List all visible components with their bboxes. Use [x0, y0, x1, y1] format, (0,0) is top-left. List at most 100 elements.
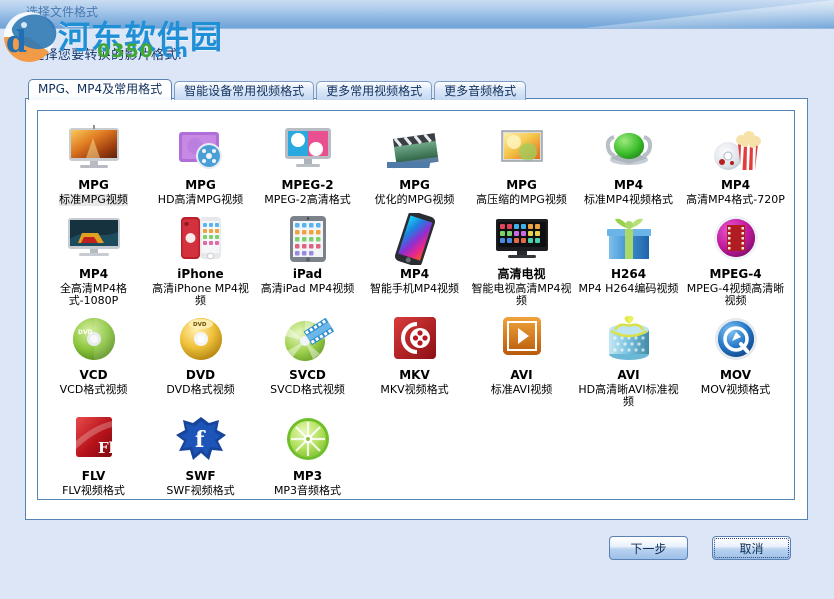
titlebar-divider	[0, 28, 834, 29]
popcorn-disc-icon	[708, 124, 764, 176]
instruction-label: 请选择您要转换的影片格式:	[18, 48, 183, 63]
svg-text:DVD: DVD	[193, 322, 207, 328]
widescreen-tv-icon	[66, 213, 122, 265]
format-description: DVD格式视频	[166, 383, 235, 396]
format-code: H264	[610, 267, 647, 281]
format-description: 高压缩的MPG视频	[476, 193, 567, 206]
flash-swf-icon: f	[173, 415, 229, 467]
clapboard-icon	[386, 124, 443, 176]
format-list-panel: MPG 标准MPG视频 MPG HD高清MPG视频 MPEG-2 MPEG-2高清格式	[37, 110, 795, 500]
format-item-mpg[interactable]: MPG 标准MPG视频	[40, 117, 147, 206]
format-description: 高清MP4格式-720P	[686, 193, 785, 206]
format-item-h264[interactable]: H264 MP4 H264编码视频	[575, 206, 682, 307]
format-description: 智能手机MP4视频	[369, 282, 460, 295]
format-item--[interactable]: 高清电视 智能电视高清MP4视频	[468, 206, 575, 307]
format-row: MP4全高清MP4格式-1080P iPhone高清iPhone MP4视频	[40, 206, 794, 307]
format-item-avi[interactable]: AVI 标准AVI视频	[468, 307, 575, 408]
format-description: HD高清MPG视频	[157, 193, 244, 206]
format-item-mpg[interactable]: MPG HD高清MPG视频	[147, 117, 254, 206]
format-item-mp4[interactable]: MP4 全高清MP4格式-1080P	[40, 206, 147, 307]
format-item-mpg[interactable]: MPG 高压缩的MPG视频	[468, 117, 575, 206]
format-item-swf[interactable]: f SWF SWF视频格式	[147, 408, 254, 497]
format-item-mpg[interactable]: MPG 优化的MPG视频	[361, 117, 468, 206]
format-item-ipad[interactable]: iPad 高清iPad MP4视频	[254, 206, 361, 307]
format-description: MPEG-2高清格式	[264, 193, 351, 206]
tab-mpg-mp4-common[interactable]: MPG、MP4及常用格式	[28, 79, 173, 100]
green-disc-icon: DVD	[66, 314, 122, 366]
format-description: 标准MPG视频	[59, 193, 128, 206]
avi-orange-icon	[494, 314, 550, 366]
monitor-mpeg2-icon	[280, 124, 336, 176]
next-button-label: 下一步	[630, 541, 667, 556]
format-description: 标准AVI视频	[490, 383, 553, 396]
svg-text:Fl: Fl	[98, 439, 115, 457]
format-description: 标准MP4视频格式	[583, 193, 674, 206]
format-item-mov[interactable]: MOV MOV视频格式	[682, 307, 789, 408]
format-code: FLV	[81, 469, 106, 483]
format-description: 全高清MP4格式-1080P	[59, 282, 128, 307]
format-code: MP4	[78, 267, 109, 281]
format-description: FLV视频格式	[62, 484, 125, 497]
format-code: VCD	[79, 368, 108, 382]
format-code: MP4	[399, 267, 430, 281]
next-button[interactable]: 下一步	[609, 536, 688, 560]
svcd-disc-icon	[280, 314, 336, 366]
smartphone-icon	[387, 213, 443, 265]
format-item-svcd[interactable]: SVCD SVCD格式视频	[254, 307, 361, 408]
format-item-mpeg-4[interactable]: MPEG-4 MPEG-4视频高清晰视频	[682, 206, 789, 307]
format-description: MKV视频格式	[380, 383, 449, 396]
tab-label: 智能设备常用视频格式	[184, 84, 305, 98]
tab-more-audio[interactable]: 更多音频格式	[434, 81, 527, 100]
format-row: Fl FLV FLV视频格式 f SWF SWF视频格式 MP3 MP3音频格式	[40, 408, 794, 497]
format-item-mp4[interactable]: MP4 智能手机MP4视频	[361, 206, 468, 307]
format-code: MPEG-2	[281, 178, 334, 192]
lime-mp3-icon	[280, 415, 336, 467]
format-code: iPad	[292, 267, 323, 281]
cancel-button-label: 取消	[739, 541, 764, 556]
purple-folder-icon	[173, 124, 229, 176]
format-item-avi[interactable]: AVI HD高清晰AVI标准视频	[575, 307, 682, 408]
title-bar: 选择文件格式	[0, 0, 834, 28]
window-title: 选择文件格式	[26, 5, 99, 19]
format-code: MPG	[185, 178, 216, 192]
format-code: MP4	[720, 178, 751, 192]
format-description: 优化的MPG视频	[374, 193, 455, 206]
quicktime-mov-icon	[708, 314, 764, 366]
format-description: HD高清晰AVI标准视频	[578, 383, 679, 408]
format-category-tabs: MPG、MP4及常用格式 智能设备常用视频格式 更多常用视频格式 更多音频格式	[28, 79, 528, 100]
format-description: MP3音频格式	[273, 484, 342, 497]
format-code: MPG	[399, 178, 430, 192]
format-item-flv[interactable]: Fl FLV FLV视频格式	[40, 408, 147, 497]
format-item-mpeg-2[interactable]: MPEG-2 MPEG-2高清格式	[254, 117, 361, 206]
format-description: 高清iPhone MP4视频	[152, 282, 249, 307]
format-code: MP4	[613, 178, 644, 192]
format-code: MOV	[719, 368, 752, 382]
giftbox-blue-icon	[601, 213, 657, 265]
format-code: SWF	[185, 469, 216, 483]
format-row: MPG 标准MPG视频 MPG HD高清MPG视频 MPEG-2 MPEG-2高清格式	[40, 117, 794, 206]
picture-frame-icon	[494, 124, 550, 176]
format-code: AVI	[510, 368, 533, 382]
format-description: MP4 H264编码视频	[578, 282, 679, 295]
titlebar-gloss	[584, 0, 834, 28]
format-item-iphone[interactable]: iPhone 高清iPhone MP4视频	[147, 206, 254, 307]
tab-more-common-video[interactable]: 更多常用视频格式	[316, 81, 433, 100]
tab-smart-device-video[interactable]: 智能设备常用视频格式	[174, 81, 315, 100]
svg-text:DVD: DVD	[78, 329, 93, 336]
format-selection-window: 选择文件格式 请选择您要转换的影片格式: MPG、MP4及常用格式 智能设备常用…	[0, 0, 834, 599]
format-description: MPEG-4视频高清晰视频	[686, 282, 785, 307]
format-item-mp3[interactable]: MP3 MP3音频格式	[254, 408, 361, 497]
gold-disc-icon: DVD	[173, 314, 229, 366]
tab-label: 更多常用视频格式	[326, 84, 423, 98]
avi-giftbox-icon	[601, 314, 657, 366]
tab-label: 更多音频格式	[444, 84, 517, 98]
format-item-mp4[interactable]: MP4 高清MP4格式-720P	[682, 117, 789, 206]
format-item-vcd[interactable]: DVD VCD VCD格式视频	[40, 307, 147, 408]
smart-tv-icon	[494, 213, 550, 265]
format-item-dvd[interactable]: DVD DVD DVD格式视频	[147, 307, 254, 408]
format-description: SVCD格式视频	[270, 383, 345, 396]
format-item-mkv[interactable]: MKV MKV视频格式	[361, 307, 468, 408]
format-item-mp4[interactable]: MP4 标准MP4视频格式	[575, 117, 682, 206]
cancel-button[interactable]: 取消	[712, 536, 791, 560]
format-description: VCD格式视频	[59, 383, 128, 396]
